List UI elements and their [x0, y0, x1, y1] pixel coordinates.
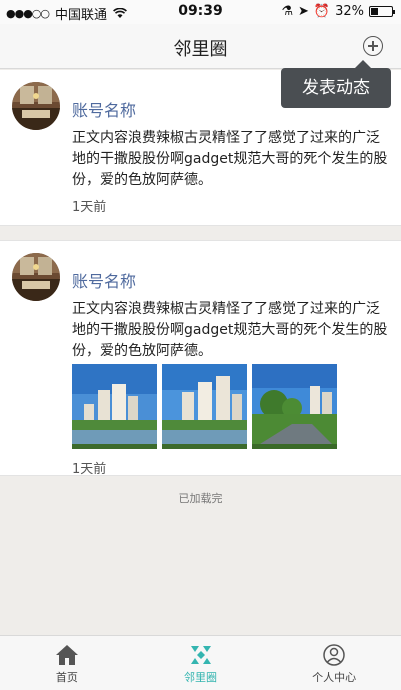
battery-percent: 32% — [335, 4, 364, 19]
plus-circle-icon[interactable] — [363, 36, 383, 56]
tab-neighborhood[interactable]: 邻里圈 — [134, 636, 268, 690]
loaded-all-text: 已加载完 — [178, 492, 223, 505]
post-status-popup-item[interactable]: 发表动态 — [281, 60, 391, 108]
post-time: 1天前 — [72, 200, 107, 215]
avatar[interactable] — [12, 82, 60, 130]
post-photo[interactable] — [72, 364, 157, 449]
status-right: ⚗ ➤ ⏰ 32% — [281, 4, 395, 19]
avatar-image — [12, 253, 60, 301]
page-title: 邻里圈 — [173, 39, 228, 60]
status-bar: ●●●○○ 中国联通 09:39 ⚗ ➤ ⏰ 32% — [0, 0, 401, 24]
tab-home[interactable]: 首页 — [0, 636, 134, 690]
feed-list: 账号名称 正文内容浪费辣椒古灵精怪了了感觉了过来的广泛地的干撒股股份啊gadge… — [0, 70, 401, 477]
battery-icon — [369, 6, 395, 17]
screen: ●●●○○ 中国联通 09:39 ⚗ ➤ ⏰ 32% 邻里圈 发表动态 账号名称… — [0, 0, 401, 690]
user-icon — [323, 644, 345, 666]
tab-label: 个人中心 — [312, 671, 357, 684]
tab-label: 邻里圈 — [184, 671, 217, 684]
neighborhood-icon — [190, 646, 211, 664]
battery-fill — [371, 8, 379, 15]
feed-post: 账号名称 正文内容浪费辣椒古灵精怪了了感觉了过来的广泛地的干撒股股份啊gadge… — [0, 240, 401, 477]
location-icon: ➤ — [298, 4, 309, 19]
post-content: 正文内容浪费辣椒古灵精怪了了感觉了过来的广泛地的干撒股股份啊gadget规范大哥… — [72, 130, 388, 188]
avatar-image — [12, 82, 60, 130]
alarm-icon: ⏰ — [313, 4, 331, 19]
post-username[interactable]: 账号名称 — [72, 268, 136, 292]
rotation-lock-icon: ⚗ — [281, 4, 293, 19]
nav-bar: 邻里圈 — [0, 24, 401, 69]
post-photo[interactable] — [252, 364, 337, 449]
tab-bar: 首页 邻里圈 个人中心 — [0, 635, 401, 690]
tab-label: 首页 — [55, 671, 78, 684]
post-content: 正文内容浪费辣椒古灵精怪了了感觉了过来的广泛地的干撒股股份啊gadget规范大哥… — [72, 301, 388, 359]
post-photo[interactable] — [162, 364, 247, 449]
post-time: 1天前 — [72, 462, 107, 477]
post-photos — [72, 364, 337, 449]
tab-profile[interactable]: 个人中心 — [267, 636, 401, 690]
avatar[interactable] — [12, 253, 60, 301]
post-username[interactable]: 账号名称 — [72, 97, 136, 121]
home-icon — [55, 645, 78, 665]
